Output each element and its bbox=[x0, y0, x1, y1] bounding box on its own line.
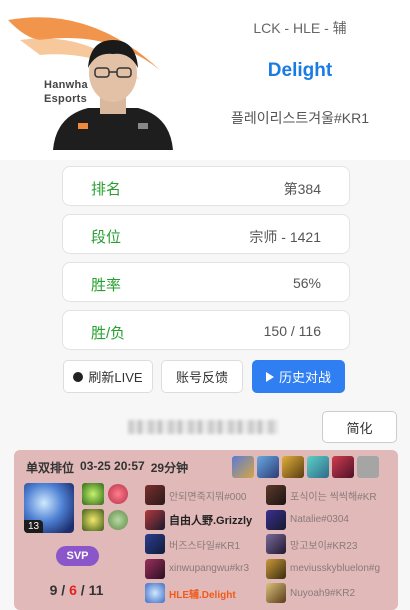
player-profile-page: Hanwha Esports LCK - HLE - 辅 Delight 플레이… bbox=[0, 0, 410, 610]
play-icon bbox=[265, 371, 274, 382]
simplify-button[interactable]: 简化 bbox=[322, 411, 397, 443]
item-icon bbox=[332, 456, 354, 478]
stat-row-rank: 排名 第384 bbox=[62, 166, 350, 206]
player-photo bbox=[53, 40, 173, 150]
item-icon bbox=[282, 456, 304, 478]
stat-row-record: 胜/负 150 / 116 bbox=[62, 310, 350, 350]
champion-icon bbox=[266, 509, 286, 530]
team-right-list: 포식이는 씩씩해#KR Natalie#0304 망고보이#KR23 meviu… bbox=[266, 483, 394, 606]
match-history-label: 历史对战 bbox=[278, 370, 331, 385]
riot-id: 플레이리스트겨울#KR1 bbox=[230, 110, 370, 126]
summoner-spell-icon bbox=[82, 483, 104, 505]
item-icon bbox=[257, 456, 279, 478]
item-build bbox=[232, 456, 379, 478]
champion-icon bbox=[266, 534, 286, 555]
match-history-button[interactable]: 历史对战 bbox=[252, 360, 345, 393]
player-row[interactable]: 안되면죽지뭐#000 bbox=[145, 483, 265, 508]
champion-icon bbox=[145, 509, 165, 530]
player-row[interactable]: 망고보이#KR23 bbox=[266, 532, 394, 557]
team-left-list: 안되면죽지뭐#000 自由人野.Grizzly 버즈스타일#KR1 xinwup… bbox=[145, 483, 265, 606]
champion-icon bbox=[145, 534, 165, 555]
stat-label: 段位 bbox=[91, 229, 122, 246]
stat-row-winrate: 胜率 56% bbox=[62, 262, 350, 302]
match-date: 03-25 20:57 bbox=[80, 459, 145, 473]
item-icon bbox=[307, 456, 329, 478]
refresh-live-label: 刷新LIVE bbox=[88, 370, 143, 385]
stat-label: 胜/负 bbox=[91, 325, 126, 342]
player-row[interactable]: Nuyoah9#KR2 bbox=[266, 581, 394, 606]
stat-label: 胜率 bbox=[91, 277, 122, 294]
record-dot-icon bbox=[73, 371, 84, 382]
stat-value: 56% bbox=[292, 275, 321, 291]
match-header: 单双排位 03-25 20:57 29分钟 bbox=[26, 459, 188, 476]
primary-rune-icon bbox=[108, 484, 128, 504]
champion-icon bbox=[266, 583, 286, 604]
refresh-live-button[interactable]: 刷新LIVE bbox=[63, 360, 153, 393]
champion-icon bbox=[145, 583, 165, 604]
player-row[interactable]: 버즈스타일#KR1 bbox=[145, 532, 265, 557]
champion-level: 13 bbox=[24, 520, 44, 533]
empty-item-slot bbox=[357, 456, 379, 478]
champion-icon bbox=[145, 485, 165, 506]
summoner-spell-icon bbox=[82, 509, 104, 531]
champion-icon bbox=[145, 558, 165, 579]
account-feedback-label: 账号反馈 bbox=[175, 370, 228, 385]
item-icon bbox=[232, 456, 254, 478]
champion-icon: 13 bbox=[24, 483, 74, 533]
account-feedback-button[interactable]: 账号反馈 bbox=[161, 360, 243, 393]
match-card[interactable]: 单双排位 03-25 20:57 29分钟 13 SVP 9 / 6 / 11 bbox=[14, 450, 398, 610]
player-row[interactable]: xinwupangwu#kr3 bbox=[145, 557, 265, 582]
kda-text: 9 / 6 / 11 bbox=[49, 582, 104, 598]
player-row-self[interactable]: HLE辅.Delight bbox=[145, 581, 265, 606]
stat-label: 排名 bbox=[91, 181, 122, 198]
simplify-label: 简化 bbox=[346, 420, 373, 436]
match-duration: 29分钟 bbox=[150, 461, 189, 475]
profile-header: Hanwha Esports LCK - HLE - 辅 Delight 플레이… bbox=[0, 0, 410, 160]
assists: 11 bbox=[88, 582, 104, 598]
deaths: 6 bbox=[69, 582, 77, 598]
champion-icon bbox=[266, 485, 286, 506]
secondary-rune-icon bbox=[108, 510, 128, 530]
player-row[interactable]: meviusskybluelon#g bbox=[266, 557, 394, 582]
svp-badge: SVP bbox=[56, 546, 99, 566]
team-role-text: LCK - HLE - 辅 bbox=[253, 20, 347, 36]
stat-value: 第384 bbox=[283, 181, 321, 197]
player-name[interactable]: Delight bbox=[210, 60, 390, 82]
blurred-text bbox=[128, 420, 278, 434]
stat-row-tier: 段位 宗师 - 1421 bbox=[62, 214, 350, 254]
stat-value: 150 / 116 bbox=[263, 323, 321, 339]
player-row[interactable]: 포식이는 씩씩해#KR bbox=[266, 483, 394, 508]
player-row[interactable]: 自由人野.Grizzly bbox=[145, 508, 265, 533]
player-row[interactable]: Natalie#0304 bbox=[266, 508, 394, 533]
stat-value: 宗师 - 1421 bbox=[249, 229, 321, 245]
champion-icon bbox=[266, 558, 286, 579]
kills: 9 bbox=[49, 582, 58, 598]
match-queue: 单双排位 bbox=[26, 461, 75, 475]
